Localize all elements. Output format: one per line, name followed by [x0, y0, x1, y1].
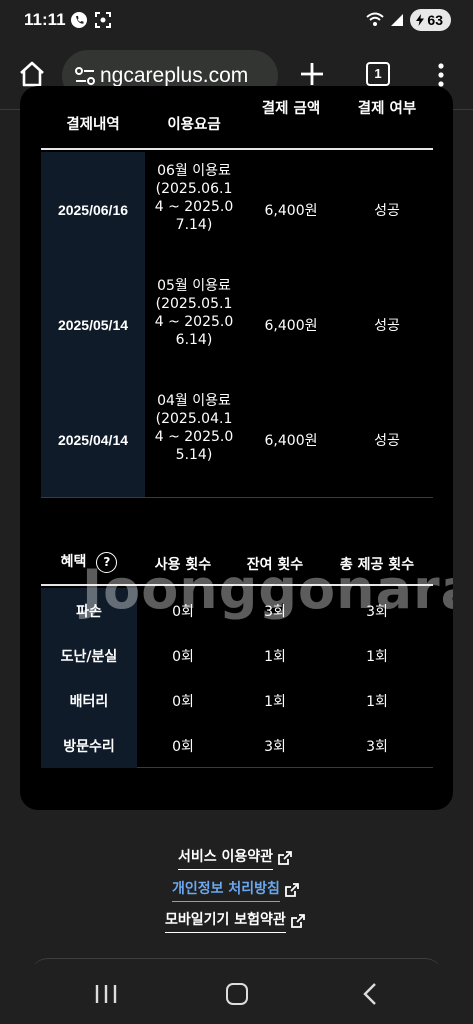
status-left-icons	[70, 11, 112, 29]
status-right-icons: 63	[366, 9, 451, 31]
payment-result: 성공	[374, 432, 400, 449]
table-row: 2025/06/16 06월 이용료 (2025.06.1 4 ~ 2025.0…	[41, 152, 433, 267]
payment-table-body: 2025/06/16 06월 이용료 (2025.06.1 4 ~ 2025.0…	[41, 152, 433, 498]
status-bar: 11:11 63	[0, 0, 473, 42]
back-icon[interactable]	[360, 982, 380, 1006]
payment-date: 2025/05/14	[41, 267, 145, 382]
external-link-icon	[290, 914, 305, 928]
system-nav-bar	[0, 964, 473, 1024]
used-count: 0회	[172, 738, 194, 755]
insurance-terms-label[interactable]: 모바일기기 보험약관	[165, 909, 286, 933]
external-link-icon	[278, 851, 292, 865]
external-link-icon	[285, 883, 299, 897]
url-text[interactable]: ngcareplus.com	[100, 64, 248, 88]
battery-icon: 63	[410, 9, 451, 31]
remaining-count: 1회	[264, 648, 286, 665]
wifi-icon	[366, 12, 385, 26]
payment-date: 2025/04/14	[41, 382, 145, 497]
payment-description: 05월 이용료 (2025.05.1 4 ~ 2025.0 6.14)	[154, 278, 234, 348]
benefit-name: 도난/분실	[60, 648, 118, 665]
payment-amount: 6,400원	[264, 202, 318, 219]
header-amount: 결제 금액	[261, 101, 321, 117]
payment-amount: 6,400원	[264, 432, 318, 449]
used-count: 0회	[172, 648, 194, 665]
total-count: 1회	[366, 693, 388, 710]
insurance-terms-link[interactable]: 모바일기기 보험약관	[165, 909, 306, 933]
table-row: 도난/분실 0회 1회 1회	[41, 633, 433, 678]
watermark-logo: Joonggonara	[82, 558, 453, 621]
payment-table-header: 결제내역 이용요금 결제 금액 결제 여부	[41, 101, 433, 150]
header-status: 결제 여부	[357, 101, 417, 117]
table-row: 2025/05/14 05월 이용료 (2025.05.1 4 ~ 2025.0…	[41, 267, 433, 382]
privacy-policy-label[interactable]: 개인정보 처리방침	[172, 878, 280, 902]
table-row: 2025/04/14 04월 이용료 (2025.04.1 4 ~ 2025.0…	[41, 382, 433, 497]
new-tab-plus-icon[interactable]	[298, 60, 326, 88]
site-settings-icon[interactable]	[74, 65, 96, 87]
payment-amount: 6,400원	[264, 317, 318, 334]
remaining-count: 3회	[264, 738, 286, 755]
benefit-name: 배터리	[69, 693, 109, 710]
payment-result: 성공	[374, 317, 400, 334]
table-row: 배터리 0회 1회 1회	[41, 678, 433, 723]
subscription-card: 결제내역 이용요금 결제 금액 결제 여부 2025/06/16 06월 이용료…	[20, 86, 453, 810]
status-time: 11:11	[24, 10, 66, 29]
screen-capture-icon	[95, 12, 111, 28]
used-count: 0회	[172, 693, 194, 710]
benefit-name: 방문수리	[63, 738, 115, 755]
tabs-icon[interactable]: 1	[366, 62, 390, 86]
more-menu-icon[interactable]	[434, 62, 448, 88]
remaining-count: 1회	[264, 693, 286, 710]
recent-apps-icon[interactable]	[94, 984, 118, 1004]
privacy-policy-link[interactable]: 개인정보 처리방침	[172, 878, 300, 902]
terms-of-service-link[interactable]: 서비스 이용약관	[178, 846, 293, 870]
total-count: 1회	[366, 648, 388, 665]
terms-of-service-label[interactable]: 서비스 이용약관	[178, 846, 274, 870]
battery-level: 63	[427, 12, 443, 28]
total-count: 3회	[366, 738, 388, 755]
payment-description: 06월 이용료 (2025.06.1 4 ~ 2025.0 7.14)	[154, 163, 234, 233]
payment-date: 2025/06/16	[41, 152, 145, 267]
payment-description: 04월 이용료 (2025.04.1 4 ~ 2025.0 5.14)	[154, 393, 234, 463]
header-fee: 이용요금	[167, 117, 221, 133]
phone-icon	[71, 12, 87, 28]
home-button-icon[interactable]	[226, 983, 248, 1005]
signal-icon	[391, 14, 404, 26]
table-row: 방문수리 0회 3회 3회	[41, 723, 433, 768]
header-payment-history: 결제내역	[66, 117, 120, 133]
payment-result: 성공	[374, 202, 400, 219]
